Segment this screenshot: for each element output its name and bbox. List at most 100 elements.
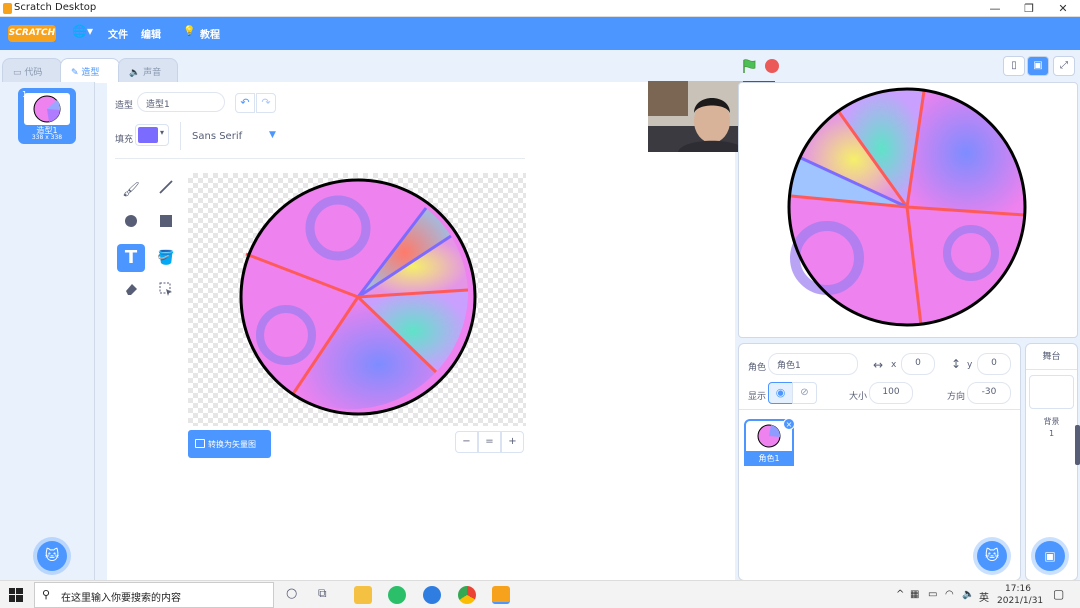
zoom-reset-button[interactable]: = <box>478 431 501 453</box>
chevron-down-icon: ▾ <box>160 128 165 137</box>
y-label: y <box>967 360 973 370</box>
brush-icon[interactable]: 🖌 <box>117 176 145 204</box>
delete-sprite-icon[interactable]: × <box>783 418 795 430</box>
editor-tabs: ▭ 代码 ✎ 造型 🔈 声音 <box>0 50 735 83</box>
scratch-taskbar-icon[interactable] <box>492 586 510 604</box>
windows-taskbar: ⚲ 在这里输入你要搜索的内容 ○ ⧉ ^ ▦ ▭ ◠ 🔈 英 17:16 202… <box>0 580 1080 608</box>
clock-time: 17:16 <box>1005 584 1031 594</box>
maximize-button[interactable]: ❐ <box>1014 0 1044 17</box>
chevron-down-icon[interactable]: ▼ <box>269 130 276 140</box>
size-label: 大小 <box>849 392 868 402</box>
line-icon[interactable] <box>152 176 180 204</box>
stage-sprite <box>787 87 1027 327</box>
task-view-icon[interactable]: ⧉ <box>318 586 327 601</box>
show-hidden-button[interactable]: ⊘ <box>792 382 817 404</box>
browser-icon[interactable] <box>423 586 441 604</box>
text-icon[interactable]: T <box>117 244 145 272</box>
scratch-logo[interactable]: SCRATCH <box>8 25 56 42</box>
tab-sounds[interactable]: 🔈 声音 <box>118 58 178 82</box>
close-button[interactable]: ✕ <box>1048 0 1078 17</box>
ime-indicator[interactable]: 英 <box>979 589 989 604</box>
app-icon <box>3 3 12 14</box>
sprite-tile-name: 角色1 <box>744 451 794 466</box>
costume-list: 1 造型1 338 x 338 <box>0 82 95 580</box>
zoom-in-button[interactable]: + <box>501 431 524 453</box>
title-bar: Scratch Desktop — ❐ ✕ <box>0 0 1080 17</box>
image-icon: ▣ <box>1044 549 1056 563</box>
show-visible-button[interactable]: ◉ <box>768 382 793 404</box>
windows-start-icon[interactable] <box>9 588 23 602</box>
menu-file[interactable]: 文件 <box>108 26 128 41</box>
minimize-button[interactable]: — <box>980 0 1010 17</box>
zoom-out-button[interactable]: − <box>455 431 478 453</box>
scrollbar[interactable] <box>1075 425 1080 465</box>
wechat-icon[interactable] <box>388 586 406 604</box>
fill-icon[interactable]: 🪣 <box>152 244 180 272</box>
add-costume-button[interactable]: 🐱 <box>37 541 67 571</box>
sprite-name-input[interactable]: 角色1 <box>768 353 858 375</box>
fill-color-swatch <box>138 127 158 143</box>
normal-stage-button[interactable]: ▣ <box>1027 56 1049 76</box>
costume-name-label: 造型 <box>115 101 134 111</box>
lightbulb-icon: 💡 <box>183 26 196 37</box>
y-input[interactable]: 0 <box>977 353 1011 375</box>
tab-costumes[interactable]: ✎ 造型 <box>60 58 120 83</box>
fill-label: 填充 <box>115 135 134 145</box>
pie-artwork <box>239 178 477 416</box>
stage[interactable] <box>738 82 1078 338</box>
clock-date: 2021/1/31 <box>997 596 1044 606</box>
menu-edit[interactable]: 编辑 <box>141 26 161 41</box>
sprite-thumbnail <box>757 424 781 448</box>
x-input[interactable]: 0 <box>901 353 935 375</box>
window-title: Scratch Desktop <box>14 2 97 13</box>
network-icon[interactable]: ▭ <box>928 589 937 600</box>
speaker-icon: 🔈 <box>129 68 144 78</box>
backdrop-label: 背景 <box>1043 417 1060 426</box>
costume-name-input[interactable]: 造型1 <box>137 92 225 112</box>
green-flag-icon[interactable] <box>741 58 757 74</box>
size-input[interactable]: 100 <box>869 382 913 404</box>
image-icon <box>195 439 205 448</box>
divider <box>115 158 525 159</box>
add-backdrop-button[interactable]: ▣ <box>1035 541 1065 571</box>
show-label: 显示 <box>748 392 767 402</box>
small-stage-button[interactable]: ▯ <box>1003 56 1025 76</box>
drawing-canvas[interactable] <box>188 173 526 426</box>
backdrop-thumbnail <box>1029 375 1074 409</box>
chevron-up-icon[interactable]: ^ <box>896 589 904 600</box>
eraser-icon[interactable] <box>117 278 145 306</box>
tab-code[interactable]: ▭ 代码 <box>2 58 62 82</box>
select-icon[interactable] <box>152 278 180 306</box>
direction-input[interactable]: -30 <box>967 382 1011 404</box>
cortana-icon[interactable]: ○ <box>286 586 297 601</box>
convert-to-vector-button[interactable]: 转换为矢量图 <box>188 430 271 458</box>
taskbar-search-input[interactable]: ⚲ 在这里输入你要搜索的内容 <box>34 582 274 608</box>
chrome-icon[interactable] <box>458 586 476 604</box>
stop-button[interactable] <box>765 59 779 73</box>
volume-icon[interactable]: 🔈 <box>962 589 974 600</box>
direction-label: 方向 <box>947 392 966 402</box>
language-menu[interactable]: 🌐▾ <box>72 24 93 38</box>
sprite-tile[interactable]: × 角色1 <box>744 418 795 466</box>
menu-tutorials[interactable]: 教程 <box>200 26 220 41</box>
font-select[interactable]: Sans Serif <box>192 131 242 142</box>
costume-thumbnail <box>24 93 70 125</box>
menu-bar: SCRATCH 🌐▾ 文件 编辑 💡 教程 <box>0 17 1080 50</box>
fill-color-picker[interactable]: ▾ <box>135 124 169 146</box>
cat-icon: 🐱 <box>984 548 1000 564</box>
notification-icon[interactable]: ▢ <box>1053 587 1064 601</box>
rectangle-icon[interactable] <box>152 210 180 238</box>
redo-button[interactable]: ↷ <box>256 93 276 113</box>
circle-icon[interactable] <box>117 210 145 238</box>
app-tray-icon[interactable]: ▦ <box>910 589 919 600</box>
wifi-icon[interactable]: ◠ <box>945 589 954 600</box>
x-arrow-icon: ↔ <box>873 358 884 372</box>
brush-icon: ✎ <box>71 68 82 78</box>
add-sprite-button[interactable]: 🐱 <box>977 541 1007 571</box>
eye-icon: ◉ <box>775 386 786 399</box>
undo-button[interactable]: ↶ <box>235 93 255 113</box>
fullscreen-button[interactable]: ⤢ <box>1053 56 1075 76</box>
costume-item[interactable]: 1 造型1 338 x 338 <box>18 88 76 144</box>
x-label: x <box>891 360 897 370</box>
file-explorer-icon[interactable] <box>354 586 372 604</box>
